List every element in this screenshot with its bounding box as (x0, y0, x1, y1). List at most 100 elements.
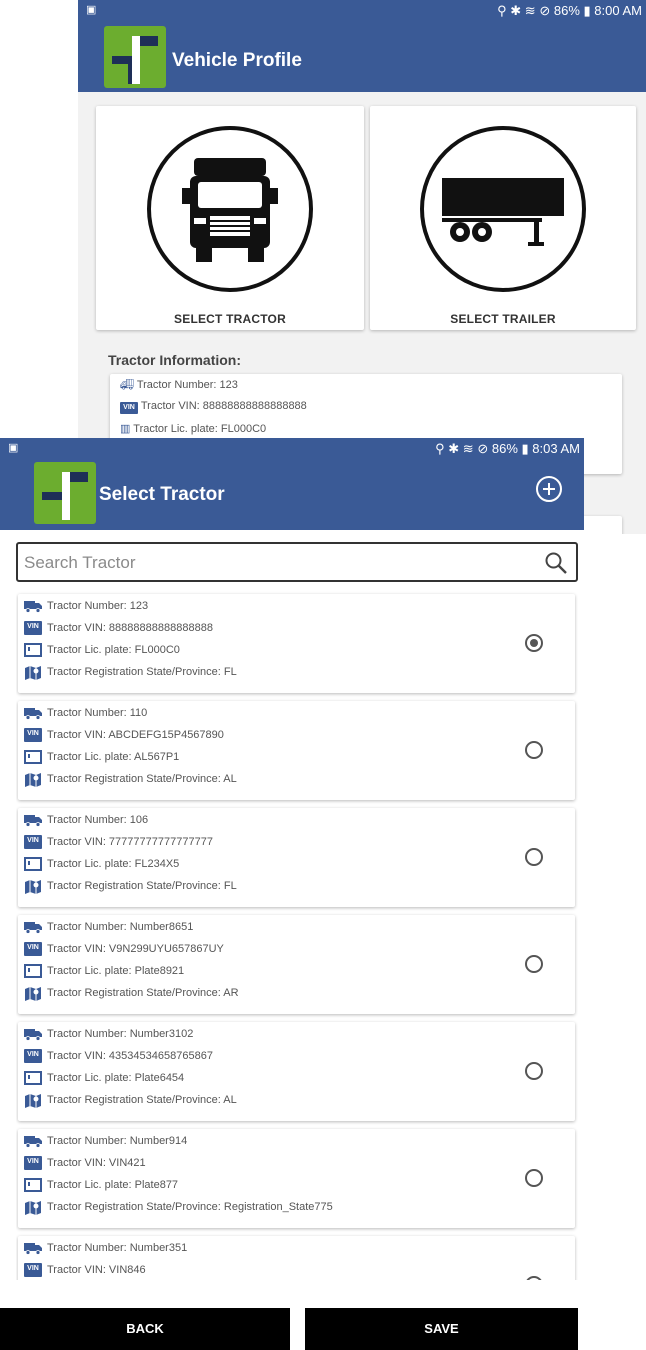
tractor-number-text: Tractor Number: Number8651 (47, 921, 194, 933)
select-trailer-card[interactable]: SELECT TRAILER (370, 106, 636, 330)
tractor-plate-row: Tractor Lic. plate: Plate6454 (24, 1068, 184, 1088)
tractor-list-item[interactable]: Tractor Number: Number914 VIN Tractor VIN:… (18, 1129, 575, 1228)
tractor-vin-text: Tractor VIN: V9N299UYU657867UY (47, 943, 224, 955)
tractor-circle (147, 126, 313, 292)
map-icon (24, 879, 42, 894)
tractor-plate-text: Tractor Lic. plate: Plate6454 (47, 1072, 185, 1084)
tractor-list-item[interactable]: Tractor Number: 106 VIN Tractor VIN: 77777… (18, 808, 575, 907)
tractor-plate-row: Tractor Lic. plate: Plate8921 (24, 961, 184, 981)
tractor-list-item[interactable]: Tractor Number: 123 VIN Tractor VIN: 88888… (18, 594, 575, 693)
wifi-icon: ≋ (462, 441, 474, 456)
tractor-vin-row: VIN Tractor VIN: 77777777777777777 (24, 832, 213, 852)
tractor-vin-row: VIN Tractor VIN: ABCDEFG15P4567890 (24, 725, 224, 745)
vin-icon: VIN (24, 621, 42, 635)
status-bar-right: ⚲ ✱ ≋ ⊘ 86% ▮ 8:00 AM (497, 3, 642, 19)
notification-icon: ▣ (8, 442, 19, 454)
wifi-icon: ≋ (524, 3, 536, 18)
tractor-radio-button[interactable] (525, 1276, 543, 1280)
page-title: Vehicle Profile (172, 50, 302, 71)
tractor-radio-button[interactable] (525, 955, 543, 973)
vin-icon: VIN (24, 1049, 42, 1063)
tractor-state-text: Tractor Registration State/Province: FL (47, 666, 237, 678)
tractor-plate-text: Tractor Lic. plate: FL234X5 (47, 858, 180, 870)
vin-icon: VIN (24, 942, 42, 956)
dnd-icon: ⊘ (477, 441, 489, 456)
tractor-number-row: Tractor Number: Number8651 (24, 917, 193, 937)
search-icon[interactable] (544, 551, 568, 575)
map-icon (24, 1093, 42, 1108)
app-logo-icon (104, 26, 166, 88)
tractor-state-text: Tractor Registration State/Province: AL (47, 1094, 237, 1106)
map-icon (24, 665, 42, 680)
tractor-state-row: Tractor Registration State/Province: AL (24, 1090, 237, 1110)
tractor-radio-button[interactable] (525, 848, 543, 866)
tractor-number-row: Tractor Number: 110 (24, 703, 147, 723)
tractor-state-text: Tractor Registration State/Province: Reg… (47, 1201, 333, 1213)
tractor-vin-text: Tractor VIN: 88888888888888888 (47, 622, 213, 634)
tractor-radio-button[interactable] (525, 741, 543, 759)
map-icon (24, 986, 42, 1001)
tractor-state-row: Tractor Registration State/Province: FL (24, 662, 237, 682)
status-bar: ▣ ⚲ ✱ ≋ ⊘ 86% ▮ 8:00 AM (78, 0, 646, 22)
tractor-state-row: Tractor Registration State/Province: AR (24, 983, 239, 1003)
plate-icon (24, 857, 42, 871)
tractor-plate-row: Tractor Lic. plate: AL567P1 (24, 747, 179, 767)
tractor-list-item[interactable]: Tractor Number: Number3102 VIN Tractor VIN… (18, 1022, 575, 1121)
tractor-number-text: Tractor Number: 106 (47, 814, 149, 826)
trailer-circle (420, 126, 586, 292)
truck-icon (24, 920, 42, 934)
tractor-vin-row: VIN Tractor VIN: 88888888888888888 (24, 618, 213, 638)
status-bar-right: ⚲ ✱ ≋ ⊘ 86% ▮ 8:03 AM (435, 441, 580, 457)
tractor-plate-text: Tractor Lic. plate: FL000C0 (47, 644, 180, 656)
tractor-vin-text: Tractor VIN: VIN421 (47, 1157, 146, 1169)
tractor-list-item[interactable]: Tractor Number: 110 VIN Tractor VIN: ABCDE… (18, 701, 575, 800)
search-input[interactable] (24, 550, 534, 576)
select-tractor-label: SELECT TRACTOR (174, 312, 286, 326)
tractor-number-text: Tractor Number: Number3102 (47, 1028, 194, 1040)
plate-icon (24, 1071, 42, 1085)
truck-icon (24, 1241, 42, 1255)
app-bar: Select Tractor (0, 460, 584, 530)
clock: 8:03 AM (532, 441, 580, 456)
tractor-number-row: Tractor Number: 123 (24, 596, 148, 616)
truck-icon (24, 813, 42, 827)
tractor-radio-button[interactable] (525, 1062, 543, 1080)
tractor-info-heading: Tractor Information: (108, 352, 242, 368)
save-button[interactable]: SAVE (305, 1308, 578, 1350)
tractor-state-text: Tractor Registration State/Province: AL (47, 773, 237, 785)
battery-percent: 86% (553, 3, 580, 18)
tractor-list-item[interactable]: Tractor Number: Number351 VIN Tractor VIN:… (18, 1236, 575, 1280)
plate-icon: ▥ (120, 423, 131, 435)
tractor-vin-text: Tractor VIN: VIN846 (47, 1264, 146, 1276)
battery-icon: ▮ (583, 3, 591, 18)
tractor-list-item[interactable]: Tractor Number: Number8651 VIN Tractor VIN… (18, 915, 575, 1014)
vin-icon: VIN (24, 1263, 42, 1277)
tractor-vin-text: Tractor VIN: 43534534658765867 (47, 1050, 213, 1062)
truck-icon: 🚚︎ (120, 379, 134, 391)
tractor-vin-row: VIN Tractor VIN: VIN421 (24, 1153, 146, 1173)
trailer-info-card-1 (578, 516, 622, 534)
vin-icon: VIN (24, 728, 42, 742)
select-tractor-card[interactable]: SELECT TRACTOR (96, 106, 364, 330)
truck-icon (24, 706, 42, 720)
vin-icon: VIN (24, 835, 42, 849)
map-icon (24, 772, 42, 787)
plate-icon (24, 643, 42, 657)
tractor-radio-button[interactable] (525, 1169, 543, 1187)
back-button[interactable]: BACK (0, 1308, 290, 1350)
truck-icon (24, 599, 42, 613)
truck-front-icon (182, 158, 278, 262)
location-icon: ⚲ (435, 441, 445, 456)
status-bar: ▣ ⚲ ✱ ≋ ⊘ 86% ▮ 8:03 AM (0, 438, 584, 460)
add-tractor-button[interactable] (536, 476, 562, 502)
tractor-plate-text: Tractor Lic. plate: Plate8921 (47, 965, 185, 977)
tractor-vin-row: VIN Tractor VIN: 43534534658765867 (24, 1046, 213, 1066)
bluetooth-icon: ✱ (448, 441, 460, 456)
tractor-plate-text: Tractor Lic. plate: AL567P1 (47, 751, 180, 763)
tractor-state-text: Tractor Registration State/Province: AR (47, 987, 239, 999)
notification-icon: ▣ (86, 4, 97, 16)
tractor-number-row: Tractor Number: Number351 (24, 1238, 187, 1258)
tractor-radio-button[interactable] (525, 634, 543, 652)
app-logo-icon (34, 462, 96, 524)
tractor-number-text: Tractor Number: Number914 (47, 1135, 188, 1147)
